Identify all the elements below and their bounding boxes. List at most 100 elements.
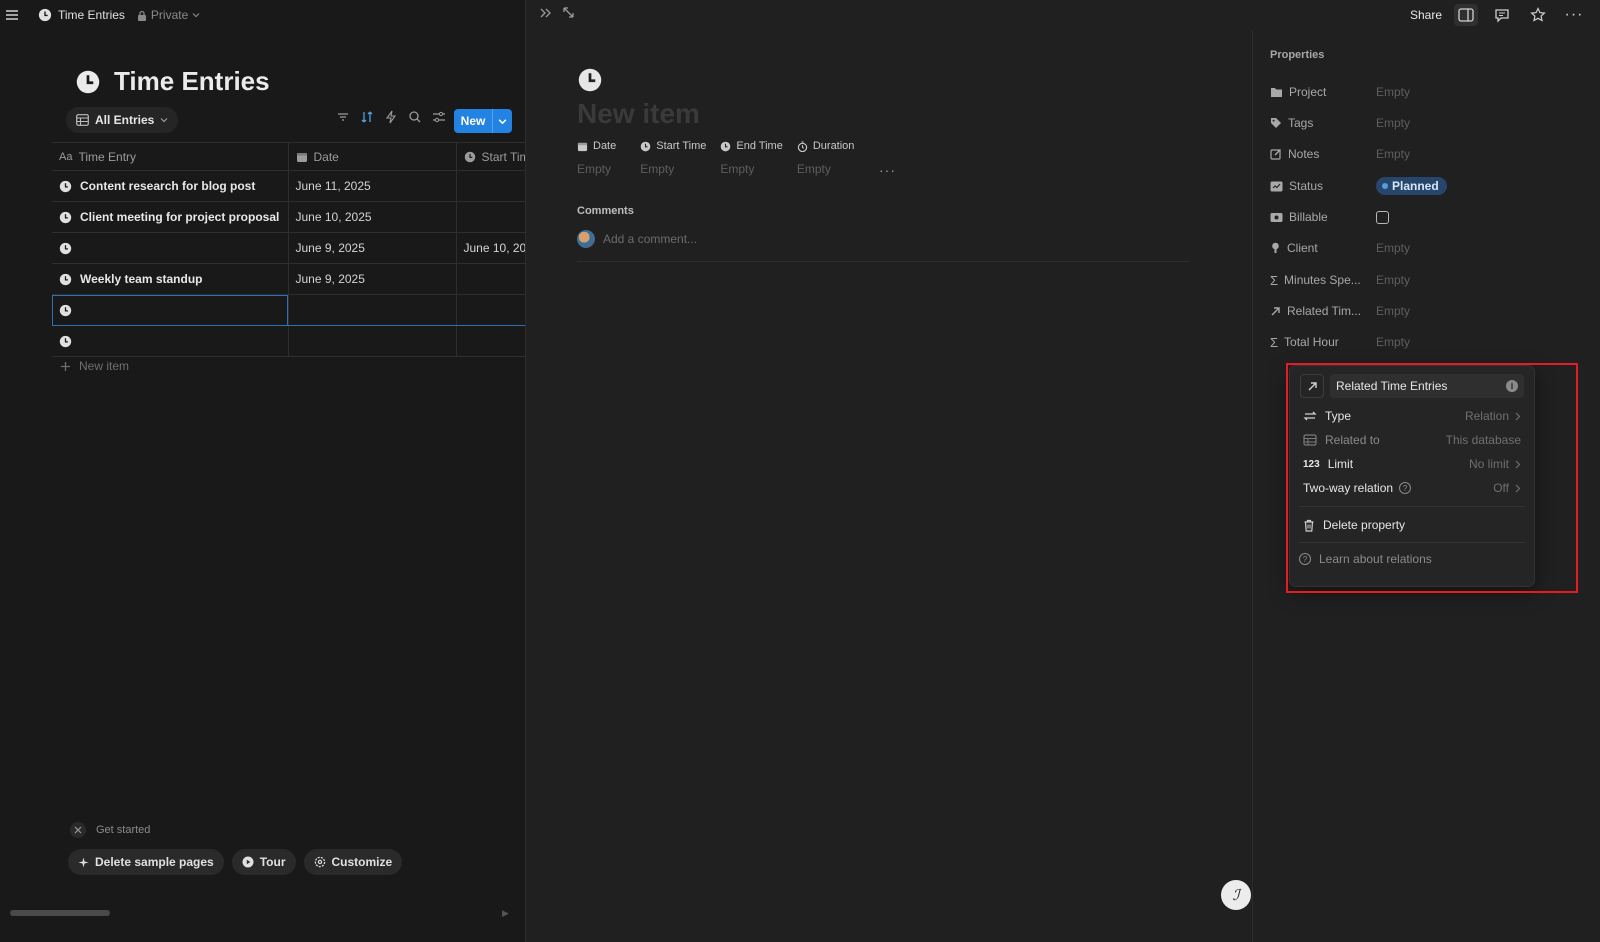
share-button[interactable]: Share: [1410, 8, 1442, 22]
database-title-text: Time Entries: [114, 66, 270, 96]
property-related-time-entries[interactable]: Related Tim... Empty: [1270, 301, 1590, 321]
menu-item-two-way-relation[interactable]: Two-way relation? Off: [1303, 478, 1521, 498]
settings-sliders-icon[interactable]: [432, 110, 446, 124]
privacy-menu[interactable]: Private: [137, 8, 200, 22]
table-row[interactable]: [52, 325, 526, 357]
property-tags[interactable]: Tags Empty: [1270, 113, 1590, 133]
new-button[interactable]: New: [454, 109, 512, 133]
learn-about-relations-link[interactable]: ? Learn about relations: [1299, 549, 1517, 569]
cell-title[interactable]: Weekly team standup: [52, 263, 289, 295]
clock-icon: [59, 211, 72, 224]
clock-icon: [38, 8, 52, 22]
sort-icon[interactable]: [360, 110, 374, 124]
cell-title[interactable]: Content research for blog post: [52, 170, 289, 202]
cell-date[interactable]: [288, 294, 457, 326]
table-row[interactable]: Content research for blog post June 11, …: [52, 170, 526, 202]
comment-input[interactable]: Add a comment...: [577, 228, 1189, 262]
clock-icon: [76, 70, 100, 94]
column-header-time-entry[interactable]: Aa Time Entry: [52, 142, 289, 171]
view-selector[interactable]: All Entries: [66, 107, 179, 133]
table-row[interactable]: June 9, 2025 June 10, 202: [52, 232, 526, 264]
info-icon[interactable]: i: [1506, 380, 1518, 392]
cell-title[interactable]: [52, 294, 289, 326]
menu-item-limit[interactable]: 123 Limit No limit: [1303, 454, 1521, 474]
property-billable[interactable]: Billable: [1270, 207, 1590, 227]
property-date[interactable]: Date Empty: [577, 140, 616, 176]
status-badge[interactable]: Planned: [1376, 177, 1447, 195]
column-header-start-time[interactable]: Start Tim: [456, 142, 526, 171]
column-header-date[interactable]: Date: [288, 142, 457, 171]
cell-title[interactable]: [52, 232, 289, 264]
customize-button[interactable]: Customize: [303, 849, 403, 875]
property-start-time[interactable]: Start Time Empty: [640, 140, 706, 176]
table-row[interactable]: Weekly team standup June 9, 2025: [52, 263, 526, 295]
cell-date[interactable]: [288, 325, 457, 357]
add-new-item-button[interactable]: New item: [60, 359, 129, 373]
property-duration[interactable]: Duration Empty: [797, 140, 855, 176]
cell-start-time[interactable]: [456, 325, 526, 357]
cell-start-time[interactable]: [456, 294, 526, 326]
billable-checkbox[interactable]: [1376, 210, 1389, 224]
status-dot: [1382, 183, 1388, 189]
get-started-buttons: Delete sample pages Tour Customize: [68, 849, 403, 875]
database-title[interactable]: Time Entries: [76, 66, 270, 97]
help-button[interactable]: ℐ: [1221, 880, 1251, 910]
filter-icon[interactable]: [336, 110, 350, 124]
property-minutes-spent[interactable]: Σ Minutes Spe... Empty: [1270, 270, 1590, 290]
tour-button[interactable]: Tour: [231, 849, 296, 875]
breadcrumb[interactable]: Time Entries: [38, 8, 125, 22]
database-table: Aa Time Entry Date Start Tim Content res…: [52, 142, 526, 357]
cell-start-time[interactable]: [456, 201, 526, 233]
number-icon: 123: [1303, 458, 1320, 470]
menu-item-related-to: Related to This database: [1303, 430, 1521, 450]
property-status[interactable]: Status Planned: [1270, 176, 1590, 196]
help-icon[interactable]: ?: [1399, 482, 1412, 494]
side-peek-icon[interactable]: [1454, 4, 1478, 26]
chevron-down-icon[interactable]: [492, 109, 512, 133]
clock-icon: [59, 335, 72, 348]
automation-icon[interactable]: [384, 110, 398, 124]
chevron-down-icon: [160, 116, 168, 124]
cell-date[interactable]: June 11, 2025: [288, 170, 457, 202]
double-chevron-right-icon[interactable]: [538, 6, 552, 20]
scroll-right-icon[interactable]: ▶: [502, 908, 509, 919]
cell-start-time[interactable]: [456, 170, 526, 202]
chevron-right-icon: [1514, 484, 1521, 493]
cell-start-time[interactable]: June 10, 202: [456, 232, 526, 264]
delete-sample-pages-button[interactable]: Delete sample pages: [68, 849, 224, 875]
relation-arrow-icon[interactable]: [1300, 374, 1324, 398]
property-project[interactable]: Project Empty: [1270, 82, 1590, 102]
sigma-icon: Σ: [1270, 334, 1279, 350]
menu-icon[interactable]: [4, 7, 20, 23]
folder-icon: [1270, 87, 1283, 98]
more-properties-icon[interactable]: ···: [879, 162, 896, 178]
cell-title[interactable]: Client meeting for project proposal: [52, 201, 289, 233]
cell-date[interactable]: June 9, 2025: [288, 232, 457, 264]
menu-item-type[interactable]: Type Relation: [1303, 406, 1521, 426]
table-row[interactable]: [52, 294, 526, 326]
property-name-input[interactable]: Related Time Entries i: [1330, 374, 1524, 398]
property-end-time[interactable]: End Time Empty: [720, 140, 782, 176]
clock-icon: [59, 242, 72, 255]
property-notes[interactable]: Notes Empty: [1270, 144, 1590, 164]
cell-date[interactable]: June 10, 2025: [288, 201, 457, 233]
more-options-icon[interactable]: ···: [1562, 4, 1586, 26]
property-total-hour[interactable]: Σ Total Hour Empty: [1270, 332, 1590, 352]
left-topbar: Time Entries Private: [0, 0, 200, 30]
star-icon[interactable]: [1526, 4, 1550, 26]
property-client[interactable]: Client Empty: [1270, 238, 1590, 258]
comment-icon[interactable]: [1490, 4, 1514, 26]
horizontal-scrollbar[interactable]: [10, 910, 110, 916]
close-icon[interactable]: [70, 822, 86, 838]
expand-icon[interactable]: [562, 6, 575, 20]
delete-property-button[interactable]: Delete property: [1303, 515, 1521, 535]
table-row[interactable]: Client meeting for project proposal June…: [52, 201, 526, 233]
clock-icon[interactable]: [578, 68, 602, 92]
clock-icon: [59, 273, 72, 286]
cell-date[interactable]: June 9, 2025: [288, 263, 457, 295]
cell-start-time[interactable]: [456, 263, 526, 295]
cell-title[interactable]: [52, 325, 289, 357]
peek-controls: [538, 6, 575, 20]
search-icon[interactable]: [408, 110, 422, 124]
page-title-input[interactable]: New item: [577, 98, 700, 130]
